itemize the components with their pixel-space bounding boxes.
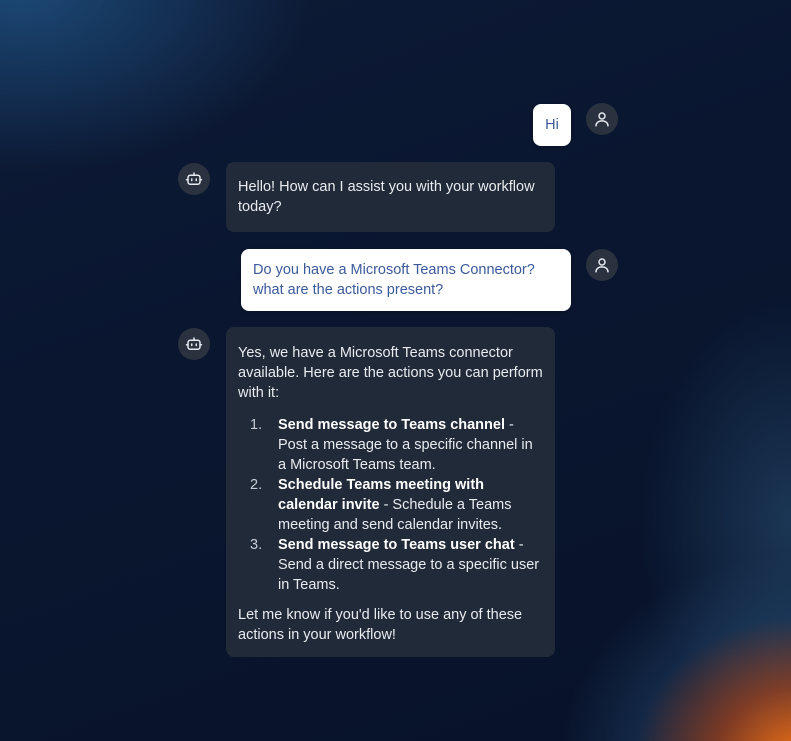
- list-number: 2.: [250, 477, 263, 493]
- action-title: Send message to Teams user chat: [278, 537, 515, 553]
- message-intro: Yes, we have a Microsoft Teams connector…: [238, 345, 543, 401]
- bot-icon: [185, 335, 203, 353]
- list-number: 1.: [250, 417, 263, 433]
- list-item: 2. Schedule Teams meeting with calendar …: [238, 475, 543, 535]
- action-title: Send message to Teams channel: [278, 417, 505, 433]
- bot-avatar: [178, 163, 210, 195]
- user-avatar: [586, 103, 618, 135]
- bot-message-bubble: Hello! How can I assist you with your wo…: [226, 162, 555, 232]
- bot-avatar: [178, 328, 210, 360]
- message-text: Hello! How can I assist you with your wo…: [238, 179, 535, 215]
- list-number: 3.: [250, 537, 263, 553]
- user-message-bubble: Hi: [533, 104, 571, 146]
- bot-icon: [185, 170, 203, 188]
- user-message-bubble: Do you have a Microsoft Teams Connector?…: [241, 249, 571, 311]
- message-outro: Let me know if you'd like to use any of …: [238, 607, 523, 643]
- user-icon: [593, 256, 611, 274]
- message-text: Hi: [545, 117, 559, 133]
- user-avatar: [586, 249, 618, 281]
- message-text: Do you have a Microsoft Teams Connector?…: [253, 262, 535, 298]
- list-item: 1. Send message to Teams channel - Post …: [238, 415, 543, 475]
- actions-list: 1. Send message to Teams channel - Post …: [238, 415, 543, 595]
- user-icon: [593, 110, 611, 128]
- bot-message-bubble: Yes, we have a Microsoft Teams connector…: [226, 327, 555, 657]
- list-item: 3. Send message to Teams user chat - Sen…: [238, 535, 543, 595]
